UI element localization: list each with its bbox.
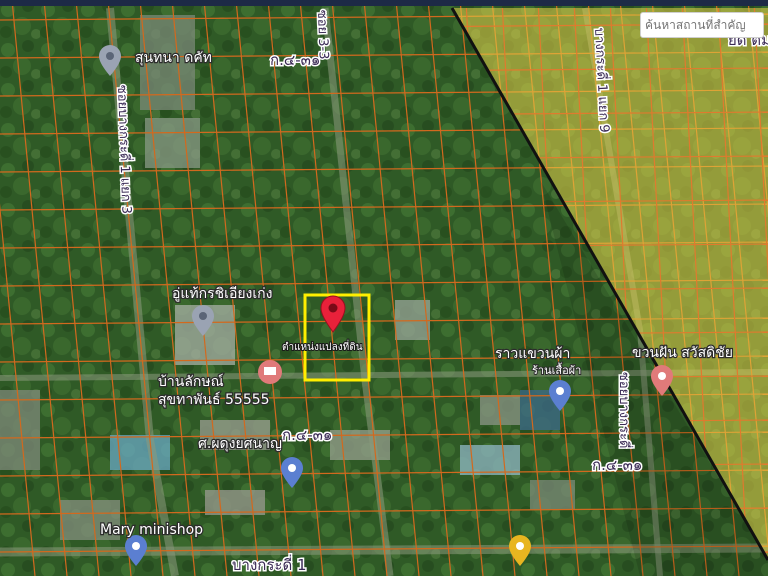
place-label-raan-sue: ร้านเสื้อผ้า bbox=[532, 362, 581, 377]
road-label-ko31-top: ก.๔-๓๑ bbox=[270, 51, 320, 69]
top-bar bbox=[0, 0, 768, 6]
place-label-uthai: อู่แท้กรชิเอียงเก่ง bbox=[172, 286, 273, 302]
road-label-ko31-mid: ก.๔-๓๑ bbox=[282, 426, 332, 444]
road-label-bangkradi1: บางกระดี่ 1 bbox=[232, 554, 307, 574]
road-label-soi-top: ซอย 3-3 bbox=[314, 10, 331, 60]
road-label-ko31-right: ก.๔-๓๑ bbox=[592, 456, 642, 474]
place-label-sor-phadung: ศ.ผดุงยศนาญ bbox=[198, 436, 282, 452]
road-label-soi-bottom: ซอยบางกระดี่ bbox=[616, 372, 633, 448]
poi-marker-icon[interactable] bbox=[258, 360, 282, 384]
place-label-suk-thaphan: สุขทาพันธ์ 55555 bbox=[158, 391, 270, 408]
parcel-label: ตำแหน่งแปลงที่ดิน bbox=[282, 339, 363, 353]
map-viewer[interactable]: ก.๔-๓๑ ก.๔-๓๑ ก.๔-๓๑ บางกระดี่ 1 ซอยบางก… bbox=[0, 0, 768, 576]
place-label-ban-lak: บ้านลักษณ์ bbox=[158, 373, 224, 390]
search-input[interactable] bbox=[640, 12, 764, 38]
map-canvas[interactable]: ก.๔-๓๑ ก.๔-๓๑ ก.๔-๓๑ บางกระดี่ 1 ซอยบางก… bbox=[0, 0, 768, 576]
place-label-khuan-fan: ขวนฝัน สวัสดิชัย bbox=[632, 345, 733, 361]
place-label-mary: Mary minishop bbox=[100, 522, 203, 538]
place-label-rao-khaeng: ราวแขวนผ้า bbox=[495, 346, 570, 362]
place-label-sumthana: สุนทนา ดคัท bbox=[135, 50, 212, 66]
